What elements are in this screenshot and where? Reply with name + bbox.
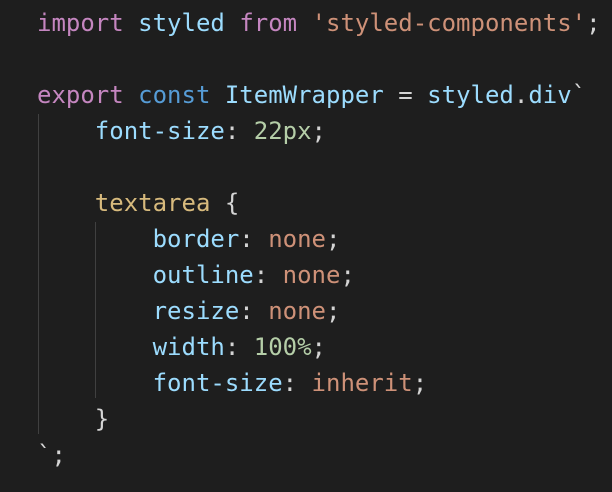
code-token: `;	[37, 441, 66, 469]
code-token: inherit	[311, 369, 413, 397]
code-line[interactable]: outline: none;	[37, 257, 355, 293]
code-line[interactable]: resize: none;	[37, 293, 341, 329]
code-token: ;	[326, 297, 341, 325]
code-token: .	[513, 81, 529, 109]
code-token: :	[239, 225, 269, 253]
code-token: =	[383, 81, 428, 109]
code-token: export	[37, 81, 124, 109]
code-line[interactable]: export const ItemWrapper = styled.div`	[37, 77, 586, 113]
code-line[interactable]: textarea {	[37, 185, 240, 221]
code-line[interactable]: }	[37, 401, 109, 437]
code-token: outline	[152, 261, 254, 289]
code-token: 'styled-components'	[311, 9, 587, 37]
code-token: font-size	[152, 369, 283, 397]
code-editor[interactable]: import styled from 'styled-components'; e…	[0, 0, 612, 492]
code-token: styled	[138, 9, 225, 37]
code-token: :	[282, 369, 312, 397]
code-token: const	[138, 81, 211, 109]
code-token: :	[239, 297, 269, 325]
code-token: none	[282, 261, 341, 289]
code-token: :	[253, 261, 283, 289]
code-token: }	[94, 405, 110, 433]
code-token: resize	[152, 297, 240, 325]
code-token: ItemWrapper	[224, 81, 384, 109]
code-token: 22px	[253, 117, 312, 145]
code-line[interactable]: font-size: inherit;	[37, 365, 428, 401]
code-token: ;	[311, 117, 326, 145]
code-token: {	[210, 189, 240, 217]
code-token: textarea	[94, 189, 211, 217]
code-token: ;	[311, 333, 326, 361]
code-line[interactable]: border: none;	[37, 221, 341, 257]
code-line[interactable]: `;	[37, 437, 66, 473]
code-token: ;	[340, 261, 355, 289]
code-token: 100%	[253, 333, 312, 361]
code-token: `	[571, 81, 587, 109]
code-token: ;	[412, 369, 428, 397]
code-token: border	[152, 225, 240, 253]
code-line[interactable]: import styled from 'styled-components';	[37, 5, 601, 41]
code-token: from	[239, 9, 298, 37]
code-token: :	[224, 117, 254, 145]
code-token: import	[37, 9, 124, 37]
code-token: ;	[586, 9, 601, 37]
code-token: none	[268, 225, 326, 253]
code-token: div	[528, 81, 572, 109]
code-token: none	[268, 297, 326, 325]
code-line[interactable]: width: 100%;	[37, 329, 326, 365]
code-token: :	[224, 333, 254, 361]
code-token: width	[152, 333, 225, 361]
code-token: styled	[427, 81, 514, 109]
code-token: ;	[326, 225, 341, 253]
code-token: font-size	[94, 117, 225, 145]
code-line[interactable]: font-size: 22px;	[37, 113, 326, 149]
